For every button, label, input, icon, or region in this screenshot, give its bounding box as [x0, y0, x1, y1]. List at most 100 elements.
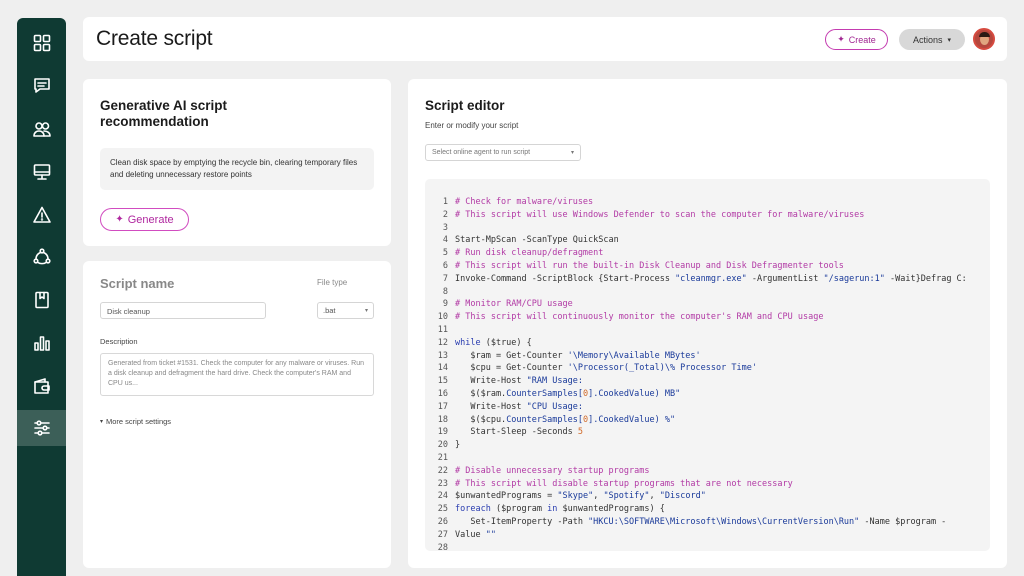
- ai-prompt-input[interactable]: Clean disk space by emptying the recycle…: [100, 148, 374, 190]
- code-token: "Discord": [659, 491, 706, 502]
- line-number: 27: [437, 529, 448, 540]
- script-name-input[interactable]: Disk cleanup: [100, 302, 266, 319]
- line-number: 23: [437, 478, 448, 489]
- code-token: ,: [649, 491, 660, 502]
- line-number: 10: [437, 312, 448, 323]
- code-token: "cleanmgr.exe": [675, 273, 747, 284]
- avatar[interactable]: [973, 28, 995, 50]
- more-settings-label: More script settings: [106, 417, 172, 426]
- line-number: 22: [437, 465, 448, 476]
- code-token: ($true) {: [480, 337, 532, 348]
- code-line: 26 Set-ItemProperty -Path "HKCU:\SOFTWAR…: [425, 516, 990, 529]
- line-number: 4: [442, 235, 448, 246]
- code-token: Value: [455, 529, 486, 540]
- code-line: 12 while ($true) {: [425, 337, 990, 350]
- sidebar-item-users[interactable]: [17, 111, 66, 147]
- chart-icon: [33, 336, 50, 351]
- code-token: $unwantedPrograms =: [455, 491, 558, 502]
- line-number: 14: [437, 363, 448, 374]
- line-number: 2: [442, 209, 448, 220]
- code-token: in: [547, 504, 558, 515]
- chevron-down-icon: ▾: [100, 419, 104, 425]
- code-line: 6 # This script will run the built-in Dis…: [425, 260, 990, 273]
- code-line: 23 # This script will disable startup pro…: [425, 478, 990, 491]
- code-token: Write-Host: [455, 401, 527, 412]
- code-token: 5: [577, 427, 583, 438]
- editor-subtitle: Enter or modify your script: [425, 121, 519, 130]
- chat-icon: [33, 78, 50, 93]
- agent-select[interactable]: Select online agent to run script ▾: [425, 144, 581, 161]
- file-type-value: .bat: [323, 306, 336, 315]
- code-token: Start-Sleep: [455, 427, 532, 438]
- code-editor[interactable]: 1 # Check for malware/viruses 2 # This scri…: [425, 179, 990, 551]
- line-number: 15: [437, 376, 448, 387]
- code-token: Invoke-Command -ScriptBlock {Start-Proce…: [455, 273, 676, 284]
- create-button[interactable]: ✦ Create: [825, 29, 888, 50]
- code-token: $ram = Get-Counter: [455, 350, 568, 361]
- sidebar-item-network[interactable]: [17, 239, 66, 275]
- script-editor-card: Script editor Enter or modify your scrip…: [408, 79, 1007, 568]
- code-token: # Check for malware/viruses: [455, 197, 594, 207]
- code-token: "Spotify": [603, 491, 650, 502]
- code-token: "": [485, 529, 496, 540]
- line-number: 20: [437, 440, 448, 451]
- sidebar-item-knowledge[interactable]: [17, 282, 66, 318]
- code-line: 22 # Disable unnecessary startup programs: [425, 465, 990, 478]
- code-token: "/sagerun:1": [823, 273, 885, 284]
- sidebar-item-messages[interactable]: [17, 68, 66, 104]
- sidebar-item-alerts[interactable]: [17, 197, 66, 233]
- line-number: 25: [437, 504, 448, 515]
- more-script-settings-toggle[interactable]: ▾ More script settings: [100, 417, 171, 426]
- line-number: 19: [437, 427, 448, 438]
- code-token: $($ram.: [455, 388, 507, 399]
- line-number: 26: [437, 516, 448, 527]
- code-token: # This script will disable startup progr…: [455, 478, 793, 489]
- sidebar-item-scripts[interactable]: [17, 410, 66, 446]
- line-number: 8: [442, 286, 448, 297]
- code-token: -Name $program -: [859, 516, 947, 527]
- create-button-label: Create: [848, 34, 876, 45]
- warning-icon: [32, 206, 51, 223]
- line-number: 28: [437, 542, 448, 551]
- code-line: 11: [425, 324, 990, 337]
- editor-title: Script editor: [425, 98, 505, 113]
- line-number: 24: [437, 491, 448, 502]
- sidebar-item-billing[interactable]: [17, 368, 66, 404]
- code-token: Write-Host: [455, 376, 527, 387]
- line-number: 17: [437, 401, 448, 412]
- agent-select-placeholder: Select online agent to run script: [432, 149, 531, 156]
- code-line: 13 $ram = Get-Counter '\Memory\Available…: [425, 350, 990, 363]
- code-token: '\Memory\Available MBytes': [567, 350, 701, 361]
- code-token: "RAM Usage:: [526, 376, 583, 387]
- code-line: 8: [425, 286, 990, 299]
- dashboard-icon: [33, 34, 50, 52]
- line-number: 13: [437, 350, 448, 361]
- actions-dropdown[interactable]: Actions ▾: [899, 29, 965, 50]
- line-number: 16: [437, 388, 448, 399]
- line-number: 12: [437, 337, 448, 348]
- code-line: 25 foreach ($program in $unwantedPrograms…: [425, 503, 990, 516]
- sidebar-item-devices[interactable]: [17, 154, 66, 190]
- line-number: 21: [437, 452, 448, 463]
- code-line: 5 # Run disk cleanup/defragment: [425, 247, 990, 260]
- code-line: 18 $($cpu. CounterSamples[0].CookedValue)…: [425, 414, 990, 427]
- sidebar-item-dashboard[interactable]: [17, 25, 66, 61]
- code-token: }: [455, 440, 461, 451]
- code-line: 21: [425, 452, 990, 465]
- code-token: # Disable unnecessary startup programs: [455, 465, 650, 476]
- code-token: # This script will run the built-in Disk…: [455, 260, 844, 271]
- description-textarea[interactable]: Generated from ticket #1531. Check the c…: [100, 353, 374, 396]
- file-type-select[interactable]: .bat ▾: [317, 302, 374, 319]
- generative-ai-card: Generative AI script recommendation Clea…: [83, 79, 391, 246]
- chevron-down-icon: ▾: [570, 150, 574, 156]
- code-token: CounterSamples[: [506, 414, 583, 425]
- chevron-down-icon: ▾: [364, 308, 368, 314]
- line-number: 1: [442, 197, 448, 207]
- sparkle-icon: ✦: [837, 34, 845, 44]
- generate-button[interactable]: ✦ Generate: [100, 208, 189, 231]
- code-token: $($cpu.: [455, 414, 507, 425]
- script-name-label: Script name: [100, 276, 175, 291]
- code-line: 1 # Check for malware/viruses: [425, 196, 990, 209]
- sidebar-item-reports[interactable]: [17, 325, 66, 361]
- sparkle-icon: ✦: [115, 214, 124, 225]
